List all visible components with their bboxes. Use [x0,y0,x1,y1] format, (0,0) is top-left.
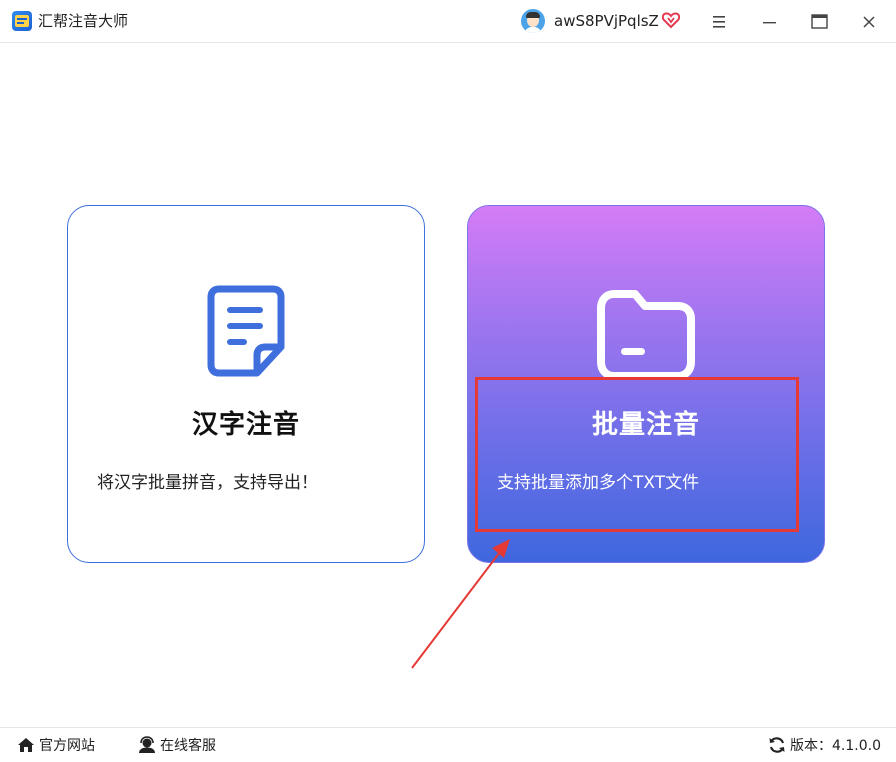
maximize-icon[interactable] [806,9,832,35]
official-site-label: 官方网站 [39,738,95,754]
avatar[interactable] [521,9,545,33]
folder-icon [597,290,695,380]
vip-heart-icon[interactable] [662,11,680,29]
document-icon [207,285,285,377]
refresh-icon [769,737,785,753]
close-icon[interactable] [856,9,882,35]
version-label: 版本：4.1.0.0 [790,738,881,754]
title-bar: 汇帮注音大师 awS8PVjPqlsZ [0,0,896,43]
online-service-link[interactable]: 在线客服 [138,728,216,762]
home-icon [18,738,34,752]
minimize-icon[interactable] [756,9,782,35]
card-title: 汉字注音 [191,410,300,440]
card-description: 将汉字批量拼音，支持导出！ [97,473,318,493]
version-info[interactable]: 版本：4.1.0.0 [768,728,881,762]
online-service-label: 在线客服 [160,738,216,754]
footer: 官方网站 在线客服 版本：4.1.0.0 [0,727,896,762]
app-title: 汇帮注音大师 [38,12,129,30]
highlight-box [475,377,799,532]
app-logo-icon [12,11,32,31]
username[interactable]: awS8PVjPqlsZ [554,12,659,30]
pointer-arrow-icon [411,539,510,669]
customer-service-icon [139,736,155,753]
card-hanzi-zhuyin[interactable]: 汉字注音 将汉字批量拼音，支持导出！ [67,205,425,563]
hamburger-icon[interactable] [706,9,732,35]
official-site-link[interactable]: 官方网站 [17,728,95,762]
